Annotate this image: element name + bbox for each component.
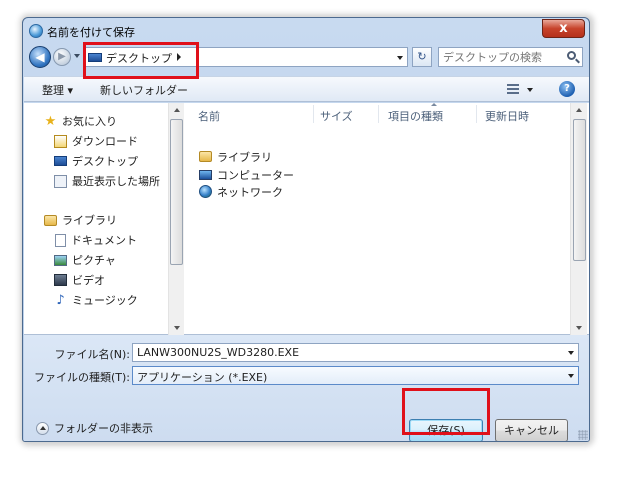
browser-area: ★ お気に入り ダウンロード デスクトップ 最近表示した場所 ライブラリ ドキュ… bbox=[24, 103, 589, 335]
recent-pages-dropdown-icon[interactable] bbox=[74, 54, 80, 58]
help-button[interactable]: ? bbox=[559, 81, 575, 97]
resize-grip-icon[interactable] bbox=[578, 430, 588, 440]
sidebar-item-favorites[interactable]: ★ お気に入り bbox=[44, 112, 117, 130]
music-note-icon: ♪ bbox=[56, 292, 65, 308]
sidebar-item-label: ビデオ bbox=[72, 274, 105, 287]
column-header-type[interactable]: 項目の種類 bbox=[388, 103, 443, 125]
sidebar-header-label: ライブラリ bbox=[62, 214, 117, 227]
hide-folders-label[interactable]: フォルダーの非表示 bbox=[54, 420, 153, 436]
sidebar-item-libraries[interactable]: ライブラリ bbox=[44, 211, 117, 229]
search-icon[interactable] bbox=[567, 51, 576, 60]
cancel-button[interactable]: キャンセル bbox=[495, 419, 568, 441]
list-item[interactable]: コンピューター bbox=[199, 166, 294, 183]
view-options-icon[interactable] bbox=[507, 84, 519, 94]
videos-icon bbox=[54, 274, 67, 286]
save-as-dialog: 名前を付けて保存 x ◀ ▶ デスクトップ ↻ 整理 ▾ 新しいフォルダー ? … bbox=[22, 17, 590, 442]
sidebar-item-videos[interactable]: ビデオ bbox=[54, 271, 105, 289]
desktop-icon bbox=[54, 156, 67, 166]
scrollbar-thumb[interactable] bbox=[170, 119, 183, 265]
sidebar-item-label: 最近表示した場所 bbox=[72, 175, 160, 188]
scroll-down-arrow-icon[interactable] bbox=[576, 326, 582, 330]
file-list-scrollbar[interactable] bbox=[570, 103, 587, 335]
save-button-highlight-box bbox=[402, 388, 490, 435]
sidebar-item-label: ドキュメント bbox=[71, 234, 137, 247]
scroll-up-arrow-icon[interactable] bbox=[174, 108, 180, 112]
back-button[interactable]: ◀ bbox=[29, 46, 51, 68]
sidebar-item-label: ミュージック bbox=[72, 294, 138, 307]
column-divider[interactable] bbox=[378, 105, 379, 123]
column-header-name[interactable]: 名前 bbox=[198, 103, 220, 125]
sidebar-item-pictures[interactable]: ピクチャ bbox=[54, 251, 116, 269]
library-icon bbox=[44, 214, 57, 226]
file-name: ネットワーク bbox=[217, 185, 283, 199]
address-dropdown-icon[interactable] bbox=[397, 56, 403, 60]
filetype-select[interactable]: アプリケーション (*.EXE) bbox=[132, 366, 579, 385]
filename-field[interactable]: LANW300NU2S_WD3280.EXE bbox=[132, 343, 579, 362]
sidebar-item-documents[interactable]: ドキュメント bbox=[55, 231, 137, 249]
file-name: ライブラリ bbox=[217, 150, 272, 164]
close-button[interactable]: x bbox=[542, 19, 585, 38]
column-divider[interactable] bbox=[313, 105, 314, 123]
navigation-pane: ★ お気に入り ダウンロード デスクトップ 最近表示した場所 ライブラリ ドキュ… bbox=[24, 103, 160, 335]
sidebar-item-label: ダウンロード bbox=[72, 135, 138, 148]
scroll-down-arrow-icon[interactable] bbox=[174, 326, 180, 330]
column-divider[interactable] bbox=[476, 105, 477, 123]
pictures-icon bbox=[54, 254, 67, 266]
filetype-label: ファイルの種類(T): bbox=[34, 371, 131, 384]
column-header-modified[interactable]: 更新日時 bbox=[485, 103, 529, 125]
list-item[interactable]: ネットワーク bbox=[199, 183, 283, 200]
hide-folders-toggle[interactable]: フォルダーの非表示 bbox=[36, 420, 153, 436]
network-icon bbox=[199, 185, 212, 198]
sidebar-item-label: デスクトップ bbox=[72, 155, 138, 168]
file-list: 名前 サイズ 項目の種類 更新日時 ライブラリ コンピューター ネットワーク bbox=[185, 103, 570, 335]
sidebar-item-label: ピクチャ bbox=[72, 254, 116, 267]
filetype-value[interactable]: アプリケーション (*.EXE) bbox=[137, 371, 267, 384]
view-dropdown-icon[interactable] bbox=[527, 88, 533, 92]
library-icon bbox=[199, 151, 212, 162]
command-toolbar: 整理 ▾ 新しいフォルダー ? bbox=[24, 76, 589, 102]
refresh-button[interactable]: ↻ bbox=[412, 47, 432, 67]
search-box[interactable] bbox=[438, 47, 583, 67]
downloads-folder-icon bbox=[54, 134, 67, 148]
sidebar-item-music[interactable]: ♪ ミュージック bbox=[54, 291, 138, 309]
scrollbar-thumb[interactable] bbox=[573, 119, 586, 261]
title-bar[interactable]: 名前を付けて保存 x bbox=[23, 18, 589, 44]
recent-places-icon bbox=[54, 174, 67, 188]
computer-icon bbox=[199, 169, 212, 180]
scroll-up-arrow-icon[interactable] bbox=[576, 108, 582, 112]
new-folder-button[interactable]: 新しいフォルダー bbox=[100, 82, 188, 98]
column-header-size[interactable]: サイズ bbox=[320, 103, 353, 125]
sidebar-item-downloads[interactable]: ダウンロード bbox=[54, 132, 138, 150]
search-input[interactable] bbox=[443, 50, 563, 64]
documents-icon bbox=[55, 233, 66, 247]
sidebar-header-label: お気に入り bbox=[62, 115, 117, 128]
ie-icon bbox=[29, 24, 43, 38]
filename-value[interactable]: LANW300NU2S_WD3280.EXE bbox=[137, 346, 299, 359]
list-item[interactable]: ライブラリ bbox=[199, 148, 272, 165]
navigation-scrollbar[interactable] bbox=[168, 103, 184, 335]
collapse-arrow-icon[interactable] bbox=[36, 421, 49, 435]
forward-button[interactable]: ▶ bbox=[53, 48, 71, 66]
file-name: コンピューター bbox=[217, 168, 294, 182]
address-highlight-box bbox=[83, 42, 199, 79]
organize-menu[interactable]: 整理 ▾ bbox=[42, 82, 73, 98]
star-icon: ★ bbox=[44, 113, 57, 129]
chevron-down-icon[interactable] bbox=[568, 374, 574, 378]
filename-label: ファイル名(N): bbox=[54, 348, 130, 361]
chevron-down-icon[interactable] bbox=[568, 351, 574, 355]
sidebar-item-desktop[interactable]: デスクトップ bbox=[54, 152, 138, 170]
sidebar-item-recent-places[interactable]: 最近表示した場所 bbox=[54, 172, 160, 190]
window-title: 名前を付けて保存 bbox=[47, 26, 135, 39]
save-options-panel: ファイル名(N): LANW300NU2S_WD3280.EXE ファイルの種類… bbox=[24, 335, 589, 441]
